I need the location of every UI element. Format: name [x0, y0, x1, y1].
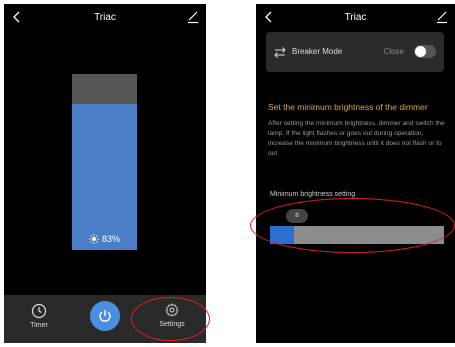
clock-icon	[31, 303, 47, 319]
settings-button[interactable]: Settings	[154, 303, 190, 339]
settings-page-title: Triac	[344, 12, 367, 23]
brightness-slider[interactable]: 83%	[72, 74, 137, 250]
settings-top-bar: Triac	[256, 4, 455, 30]
main-control-screen: Triac 83% Timer Settings	[4, 4, 206, 343]
min-brightness-title: Set the minimum brightness of the dimmer	[268, 102, 428, 112]
brightness-readout: 83%	[72, 234, 137, 244]
breaker-mode-label: Breaker Mode	[292, 47, 343, 56]
min-brightness-fill	[270, 226, 295, 244]
min-brightness-value-bubble: 8	[286, 209, 308, 223]
edit-pencil-icon[interactable]	[186, 10, 200, 24]
toggle-knob	[415, 46, 426, 57]
switch-arrows-icon	[274, 47, 286, 58]
brightness-value: 83%	[101, 234, 120, 244]
page-title: Triac	[94, 12, 116, 23]
min-brightness-slider[interactable]	[270, 226, 444, 244]
breaker-mode-card: Breaker Mode Close	[266, 32, 444, 72]
power-button[interactable]	[90, 301, 120, 331]
settings-screen: Triac Breaker Mode Close Set the minimum…	[256, 4, 455, 343]
bottom-bar: Timer Settings	[4, 295, 206, 343]
timer-button[interactable]: Timer	[24, 303, 54, 339]
breaker-state-label: Close	[383, 47, 404, 56]
sun-icon	[88, 234, 99, 244]
min-brightness-description: After setting the minimum brightness, di…	[268, 120, 445, 157]
power-icon	[99, 310, 111, 322]
min-brightness-setting-label: Minimum brightness setting	[270, 191, 356, 198]
timer-label: Timer	[30, 322, 48, 329]
gear-icon	[165, 303, 179, 317]
top-bar: Triac	[4, 4, 206, 30]
edit-pencil-icon[interactable]	[435, 10, 449, 24]
brightness-fill: 83%	[72, 103, 137, 250]
breaker-mode-toggle[interactable]	[414, 45, 436, 58]
settings-label: Settings	[159, 321, 185, 328]
